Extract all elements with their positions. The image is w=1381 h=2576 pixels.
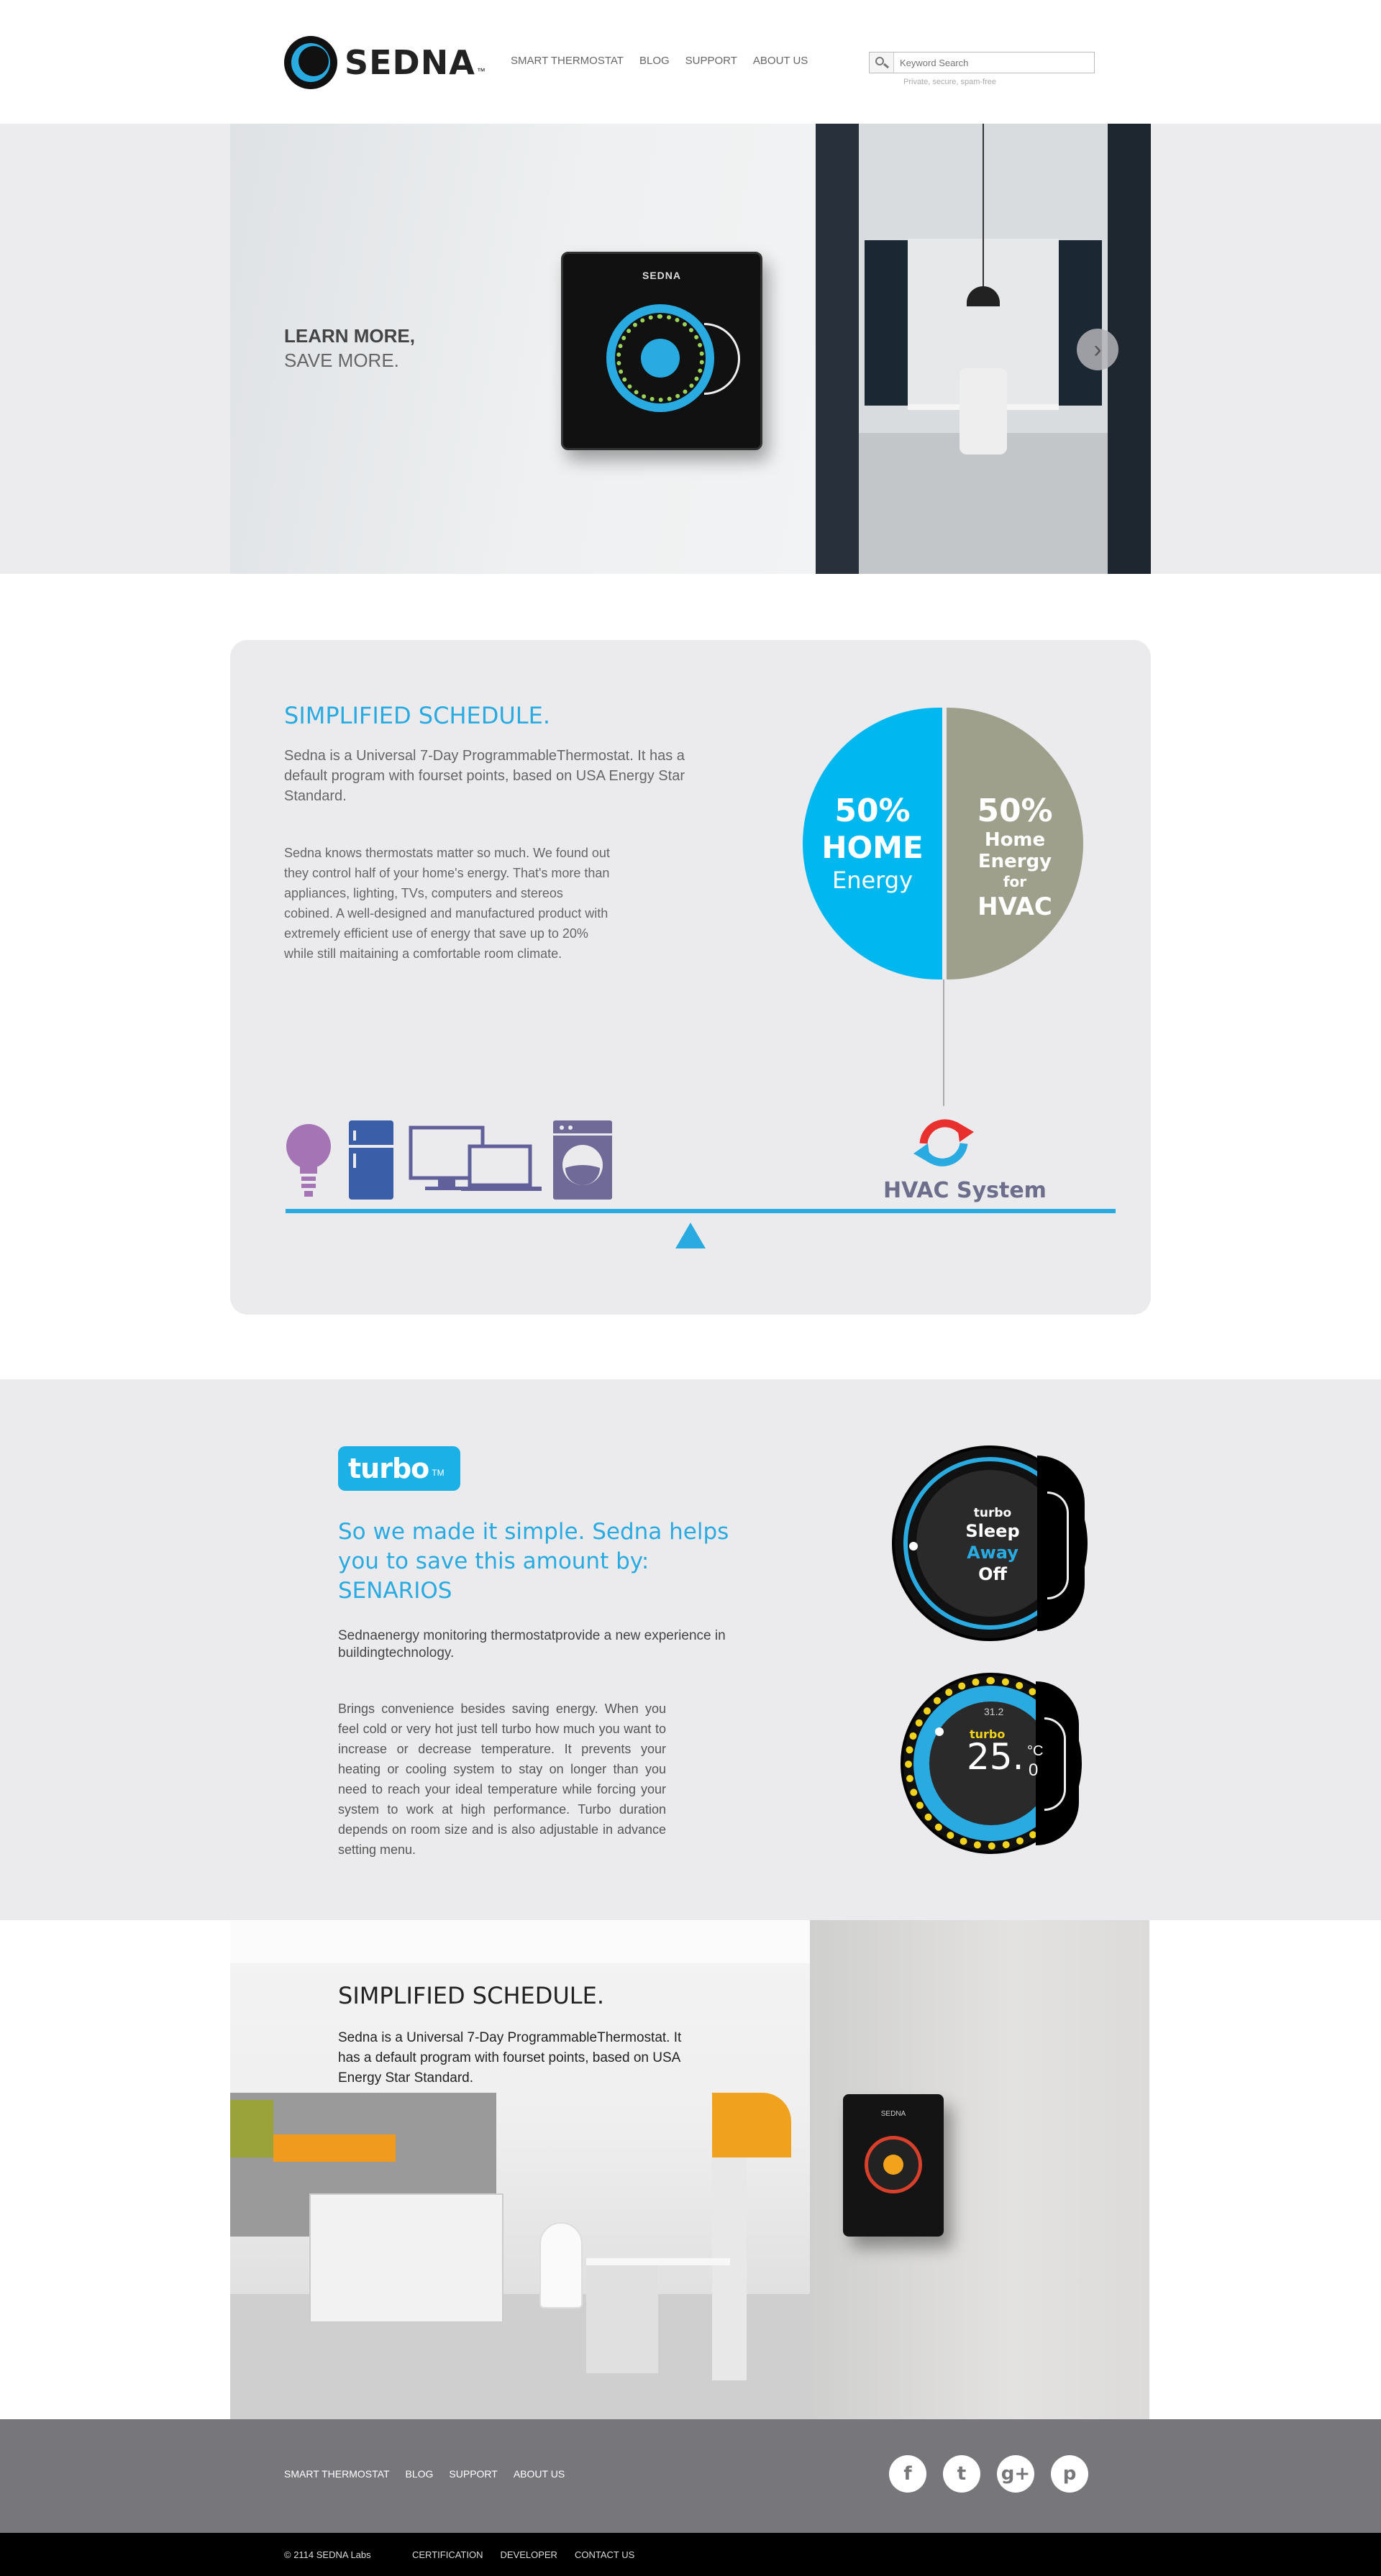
computers-icon — [409, 1125, 542, 1191]
wall-thermostat-image: SEDNA — [843, 2094, 944, 2237]
search-note: Private, secure, spam-free — [903, 78, 996, 86]
facebook-icon[interactable]: f — [889, 2455, 926, 2493]
thermostat-device-image: SEDNA — [561, 252, 762, 450]
site-footer — [0, 2419, 1381, 2533]
copyright: © 2114 SEDNA Labs — [284, 2549, 371, 2560]
search-input[interactable] — [894, 53, 1094, 72]
turbo-temperature-dial: 31.2 turbo 25. °C 0 — [901, 1673, 1082, 1854]
nav-item-about-us[interactable]: ABOUT US — [753, 55, 808, 67]
footer-nav-smart-thermostat[interactable]: SMART THERMOSTAT — [284, 2468, 390, 2480]
pie-home-sub: Energy — [831, 867, 913, 894]
lightbulb-icon — [286, 1124, 331, 1197]
next-slide-button[interactable]: › — [1077, 329, 1118, 370]
hero-title: LEARN MORE, — [284, 325, 415, 347]
dial-mode-off: Off — [978, 1564, 1007, 1584]
footer-nav-about-us[interactable]: ABOUT US — [514, 2468, 565, 2480]
dial-brand: turbo — [973, 1506, 1012, 1520]
social-links: f t g+ p — [889, 2455, 1088, 2493]
dial-temperature: 25. — [967, 1736, 1024, 1778]
sedna-logo[interactable]: SEDNA ™ — [284, 36, 486, 89]
balance-bar — [286, 1209, 1116, 1213]
nav-item-blog[interactable]: BLOG — [639, 55, 670, 67]
energy-pie-graphic: 50% HOME Energy 50% Home Energy for HVAC — [803, 708, 1083, 979]
pie-hvac-label: 50% Home Energy for HVAC — [947, 793, 1083, 923]
turbo-intro: Sednaenergy monitoring thermostatprovide… — [338, 1628, 726, 1661]
dial-mode-sleep: Sleep — [965, 1521, 1020, 1541]
hvac-cycle-icon — [913, 1119, 974, 1166]
pie-hvac-line2: for — [1003, 873, 1027, 890]
nav-item-smart-thermostat[interactable]: SMART THERMOSTAT — [511, 55, 624, 67]
schedule-title: SIMPLIFIED SCHEDULE. — [284, 702, 551, 729]
logo-text: SEDNA — [345, 43, 475, 82]
logo-mark-icon — [284, 36, 337, 89]
turbo-logo: turbo TM — [338, 1446, 460, 1491]
bottom-bar — [0, 2533, 1381, 2576]
pie-hvac-line3: HVAC — [977, 892, 1052, 921]
turbo-mode-dial: turbo Sleep Away Off — [892, 1445, 1088, 1641]
bottom-nav-certification[interactable]: CERTIFICATION — [412, 2549, 483, 2560]
schedule-body: Sedna knows thermostats matter so much. … — [284, 846, 610, 961]
footer-nav-blog[interactable]: BLOG — [406, 2468, 434, 2480]
main-nav: SMART THERMOSTAT BLOG SUPPORT ABOUT US — [511, 55, 808, 67]
footer-nav-support[interactable]: SUPPORT — [449, 2468, 497, 2480]
dial-set-temp: 31.2 — [984, 1706, 1004, 1717]
pie-connector-line — [943, 979, 944, 1106]
balance-fulcrum — [675, 1223, 706, 1248]
search-box — [869, 52, 1095, 73]
hvac-system-label: HVAC System — [883, 1178, 1047, 1203]
office-text: Sedna is a Universal 7-Day ProgrammableT… — [338, 2030, 682, 2086]
dial-decimal: 0 — [1029, 1760, 1039, 1780]
pie-home-pct: 50% — [834, 793, 911, 829]
turbo-body: Brings convenience besides saving energy… — [338, 1702, 666, 1857]
pie-hvac-pct: 50% — [977, 793, 1053, 829]
turbo-logo-tm: TM — [432, 1468, 445, 1478]
pie-home-title: HOME — [821, 830, 924, 865]
google-plus-icon[interactable]: g+ — [997, 2455, 1034, 2493]
dial-mode-away: Away — [967, 1543, 1018, 1563]
pie-hvac-line1: Home Energy — [977, 829, 1052, 872]
turbo-headline: So we made it simple. Sedna helps you to… — [338, 1519, 729, 1604]
pinterest-icon[interactable]: p — [1051, 2455, 1088, 2493]
wall-device-brand: SEDNA — [880, 2110, 906, 2118]
nav-item-support[interactable]: SUPPORT — [685, 55, 737, 67]
dial-mode-menu: turbo Sleep Away Off — [957, 1506, 1029, 1585]
office-title: SIMPLIFIED SCHEDULE. — [338, 1982, 605, 2009]
appliances-group — [286, 1120, 612, 1200]
pie-home-label: 50% HOME Energy — [803, 793, 942, 894]
site-header: SEDNA ™ SMART THERMOSTAT BLOG SUPPORT AB… — [0, 0, 1381, 124]
bottom-nav: CERTIFICATION DEVELOPER CONTACT US — [412, 2549, 634, 2560]
schedule-intro: Sedna is a Universal 7-Day ProgrammableT… — [284, 748, 685, 804]
search-icon[interactable] — [870, 52, 894, 73]
turbo-logo-text: turbo — [348, 1453, 429, 1484]
bottom-nav-developer[interactable]: DEVELOPER — [500, 2549, 557, 2560]
twitter-icon[interactable]: t — [943, 2455, 980, 2493]
washing-machine-icon — [553, 1120, 612, 1200]
bottom-nav-contact-us[interactable]: CONTACT US — [575, 2549, 634, 2560]
dial-unit: °C — [1027, 1743, 1044, 1759]
logo-trademark: ™ — [476, 66, 486, 76]
fridge-icon — [349, 1120, 393, 1200]
footer-nav: SMART THERMOSTAT BLOG SUPPORT ABOUT US — [284, 2468, 565, 2480]
device-brand: SEDNA — [642, 270, 681, 281]
hero-subtitle: SAVE MORE. — [284, 350, 399, 371]
